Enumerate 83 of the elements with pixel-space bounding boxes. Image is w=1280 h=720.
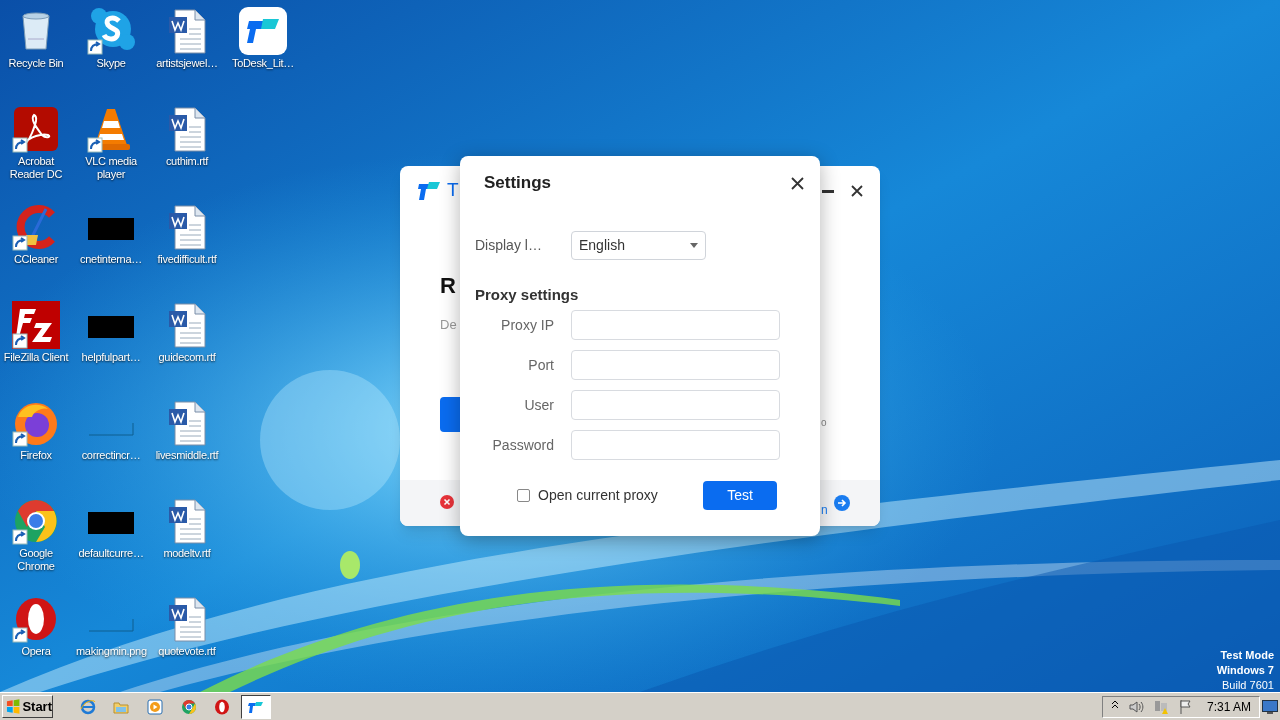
speaker-icon[interactable] [1128, 698, 1144, 715]
dialog-title: Settings [484, 172, 552, 194]
icon-label: Acrobat Reader DC [8, 155, 64, 181]
desktop-icon[interactable]: Acrobat Reader DC [0, 98, 73, 196]
windows-logo-icon [6, 699, 21, 714]
taskbar-button[interactable] [240, 694, 271, 719]
icon-label: FileZilla Client [3, 351, 69, 364]
icon-label: correctincr… [81, 449, 141, 462]
desktop-icon[interactable]: ToDesk_Lit… [225, 0, 301, 98]
icon-label: Recycle Bin [8, 57, 64, 70]
desktop-icon[interactable]: Skype [73, 0, 149, 98]
desktop-icon[interactable]: modeltv.rtf [149, 490, 225, 588]
heading: R [440, 273, 456, 299]
icon-label: cnetinterna… [80, 253, 142, 266]
desktop-icon[interactable]: Google Chrome [0, 490, 73, 588]
browser-icon [214, 698, 231, 715]
text-fragment: o [821, 417, 827, 429]
watermark-text: Windows 7 [1216, 663, 1274, 678]
desktop-icon[interactable]: cnetinterna… [73, 196, 149, 294]
field-label: Password [491, 435, 554, 455]
icon-label: VLC media player [84, 155, 138, 181]
icon-label: quotevote.rtf [158, 645, 216, 658]
network-warning-icon[interactable] [1153, 698, 1169, 715]
icon-label: artistsjewel… [156, 57, 218, 70]
desktop-icon[interactable]: helpfulpart… [73, 294, 149, 392]
app-logo-icon [417, 180, 441, 200]
icon-label: cuthim.rtf [165, 155, 209, 168]
icon-label: guidecom.rtf [158, 351, 216, 364]
input-field[interactable] [571, 350, 780, 380]
icon-label: livesmiddle.rtf [155, 449, 219, 462]
icon-label: modeltv.rtf [163, 547, 211, 560]
link[interactable]: n [821, 503, 828, 517]
icon-label: Google Chrome [16, 547, 56, 573]
desktop-icon[interactable]: guidecom.rtf [149, 294, 225, 392]
icon-label: CCleaner [13, 253, 59, 266]
icon-label: Firefox [20, 449, 52, 462]
input-field[interactable] [571, 430, 780, 460]
input-field[interactable] [571, 310, 780, 340]
caret-icon [690, 243, 698, 248]
watermark-text: Test Mode [1220, 648, 1274, 663]
icon-label: Opera [21, 645, 51, 658]
desktop-icon[interactable]: artistsjewel… [149, 0, 225, 98]
desktop-icon[interactable]: Opera [0, 588, 73, 686]
desktop-icon[interactable]: correctincr… [73, 392, 149, 490]
section-heading: Proxy settings [475, 285, 580, 305]
browser-icon [180, 698, 197, 715]
desktop-icon[interactable]: Firefox [0, 392, 73, 490]
field-label: Proxy IP [500, 315, 554, 335]
desktop-icon[interactable]: defaultcurre… [73, 490, 149, 588]
icon-label: fivedifficult.rtf [157, 253, 217, 266]
icon-label: helpfulpart… [81, 351, 141, 364]
close-icon[interactable] [791, 176, 804, 190]
field-label: Port [527, 355, 554, 375]
desktop-icon[interactable]: FileZilla Client [0, 294, 73, 392]
start-button[interactable]: Start [2, 695, 53, 718]
desktop-icon[interactable]: livesmiddle.rtf [149, 392, 225, 490]
flag-icon[interactable] [1178, 698, 1194, 715]
connect-button[interactable] [440, 397, 462, 432]
desktop-icon[interactable]: cuthim.rtf [149, 98, 225, 196]
show-desktop-icon[interactable] [1262, 699, 1278, 714]
clock[interactable]: 7:31 AM [1206, 697, 1251, 716]
error-icon [440, 495, 454, 509]
browser-icon [79, 698, 96, 715]
desktop-icon[interactable]: Recycle Bin [0, 0, 73, 98]
desktop-icon[interactable]: fivedifficult.rtf [149, 196, 225, 294]
watermark-text: Build 7601 [1222, 678, 1274, 693]
field-label: Display l… [475, 236, 543, 255]
checkbox[interactable] [517, 489, 530, 502]
desktop-icon[interactable]: quotevote.rtf [149, 588, 225, 686]
field-label: User [523, 395, 554, 415]
test-button[interactable]: Test [703, 481, 777, 510]
media-player-icon [147, 698, 163, 715]
icon-label: defaultcurre… [78, 547, 144, 560]
icon-label: Skype [96, 57, 126, 70]
language-dropdown[interactable]: English [571, 231, 706, 260]
icon-label: ToDesk_Lit… [231, 57, 295, 70]
description-text: De [440, 317, 457, 333]
input-field[interactable] [571, 390, 780, 420]
close-icon[interactable] [851, 185, 863, 197]
app-title: T [447, 179, 459, 201]
desktop-icon[interactable]: VLC media player [73, 98, 149, 196]
checkbox-label: Open current proxy [538, 486, 658, 505]
desktop-icon[interactable]: CCleaner [0, 196, 73, 294]
